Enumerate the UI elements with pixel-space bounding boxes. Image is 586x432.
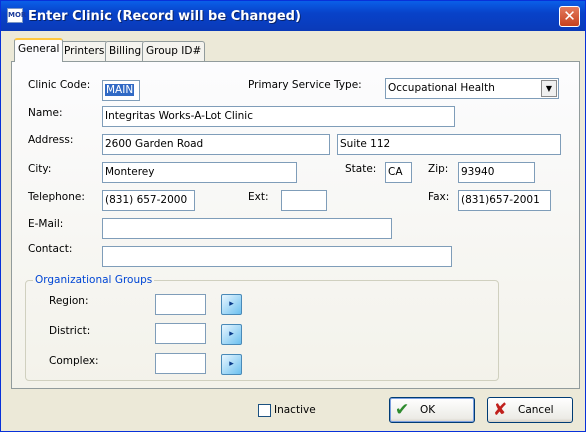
ok-button[interactable]: ✔ OK <box>389 397 475 423</box>
zip-label: Zip: <box>428 163 449 175</box>
complex-input[interactable] <box>155 353 206 374</box>
lookup-icon: ▸ <box>229 299 234 309</box>
clinic-code-label: Clinic Code: <box>28 79 91 91</box>
cancel-x-icon: ✘ <box>493 400 508 420</box>
district-input[interactable] <box>155 323 206 344</box>
district-label: District: <box>49 325 91 337</box>
window-title: Enter Clinic (Record will be Changed) <box>28 9 301 24</box>
city-input[interactable]: Monterey <box>102 162 297 183</box>
contact-input[interactable] <box>102 246 452 267</box>
address-label: Address: <box>28 134 74 146</box>
complex-label: Complex: <box>49 355 99 367</box>
general-tab-panel: Clinic Code: MAIN Primary Service Type: … <box>11 61 580 389</box>
city-label: City: <box>28 163 52 175</box>
lookup-icon: ▸ <box>229 329 234 339</box>
contact-label: Contact: <box>28 243 73 255</box>
clinic-code-input[interactable]: MAIN <box>102 80 140 101</box>
address-line1-input[interactable]: 2600 Garden Road <box>102 134 330 155</box>
address-line2-input[interactable]: Suite 112 <box>337 134 561 155</box>
cancel-button[interactable]: ✘ Cancel <box>487 397 573 423</box>
close-icon: ✕ <box>563 7 576 25</box>
district-lookup-button[interactable]: ▸ <box>221 324 242 345</box>
zip-input[interactable]: 93940 <box>458 162 535 183</box>
state-input[interactable]: CA <box>385 162 412 183</box>
close-button[interactable]: ✕ <box>559 6 580 27</box>
lookup-icon: ▸ <box>229 359 234 369</box>
ext-label: Ext: <box>248 191 269 203</box>
region-label: Region: <box>49 295 89 307</box>
primary-service-type-select[interactable]: Occupational Health ▼ <box>385 78 559 99</box>
tab-general[interactable]: General <box>14 38 64 62</box>
inactive-checkbox[interactable] <box>258 404 271 417</box>
tab-billing[interactable]: Billing <box>105 41 146 61</box>
state-label: State: <box>345 163 377 175</box>
checkmark-icon: ✔ <box>395 400 410 420</box>
name-label: Name: <box>28 107 63 119</box>
primary-service-type-value: Occupational Health <box>388 82 495 94</box>
email-input[interactable] <box>102 218 392 239</box>
region-input[interactable] <box>155 294 206 315</box>
email-label: E-Mail: <box>28 218 64 230</box>
region-lookup-button[interactable]: ▸ <box>221 294 242 315</box>
fax-input[interactable]: (831)657-2001 <box>458 190 551 211</box>
primary-service-type-label: Primary Service Type: <box>248 79 362 91</box>
chevron-down-icon[interactable]: ▼ <box>541 80 557 97</box>
app-icon: MOR <box>7 8 26 23</box>
inactive-label: Inactive <box>274 404 316 416</box>
title-bar[interactable]: MOR Enter Clinic (Record will be Changed… <box>1 1 585 31</box>
ext-input[interactable] <box>281 190 327 211</box>
clinic-code-value: MAIN <box>105 84 135 96</box>
telephone-label: Telephone: <box>28 191 85 203</box>
complex-lookup-button[interactable]: ▸ <box>221 354 242 375</box>
tab-group-id[interactable]: Group ID# <box>142 41 206 61</box>
ok-label: OK <box>420 404 436 416</box>
organizational-groups-title: Organizational Groups <box>33 274 155 286</box>
tab-printers[interactable]: Printers <box>60 41 109 61</box>
cancel-label: Cancel <box>518 404 554 416</box>
telephone-input[interactable]: (831) 657-2000 <box>102 190 195 211</box>
fax-label: Fax: <box>428 191 450 203</box>
name-input[interactable]: Integritas Works-A-Lot Clinic <box>102 106 455 127</box>
enter-clinic-dialog: MOR Enter Clinic (Record will be Changed… <box>0 0 586 432</box>
organizational-groups: Organizational Groups Region: ▸ District… <box>25 274 499 381</box>
